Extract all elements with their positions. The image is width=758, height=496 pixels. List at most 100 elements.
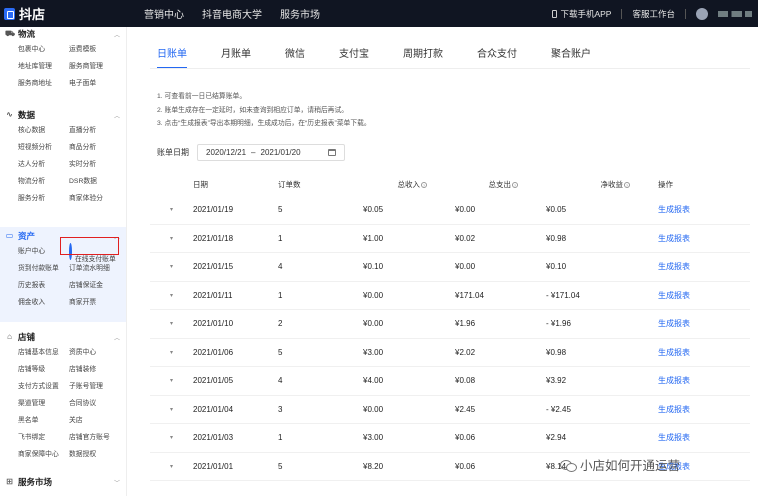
sidebar-item[interactable]: 支付方式设置 <box>18 378 69 395</box>
table-row[interactable]: ▾ 2021/01/06 5 ¥3.00 ¥2.02 ¥0.98 生成报表 <box>150 339 750 367</box>
sidebar-item[interactable]: 资质中心 <box>69 344 129 361</box>
avatar[interactable] <box>696 7 708 20</box>
top-nav-marketing[interactable]: 营销中心 <box>144 6 184 21</box>
sidebar-item[interactable]: 子账号管理 <box>69 378 129 395</box>
table-row[interactable]: ▾ 2021/01/19 5 ¥0.05 ¥0.00 ¥0.05 生成报表 <box>150 196 750 225</box>
sidebar-item[interactable]: 货到付款账单 <box>18 260 69 277</box>
download-app-link[interactable]: 下载手机APP <box>552 8 611 20</box>
expand-arrow-icon[interactable]: ▾ <box>150 406 193 413</box>
chevron-up-icon: ︿ <box>113 335 120 342</box>
generate-report-link[interactable]: 生成报表 <box>658 204 738 215</box>
sidebar-item[interactable]: 电子面单 <box>69 75 129 92</box>
sidebar-item[interactable]: 关店 <box>69 412 129 429</box>
expand-arrow-icon[interactable]: ▾ <box>150 377 193 384</box>
note-line: 1. 可查看前一日已结算账单。 <box>157 93 247 100</box>
table-row[interactable]: ▾ 2021/01/15 4 ¥0.10 ¥0.00 ¥0.10 生成报表 <box>150 253 750 282</box>
sidebar-section-header[interactable]: ⌂ 店铺 ︿ <box>0 330 126 344</box>
sidebar-item[interactable]: 历史报表 <box>18 277 69 294</box>
sidebar-item[interactable]: 飞书绑定 <box>18 429 69 446</box>
top-nav-service-market[interactable]: 服务市场 <box>280 6 320 21</box>
cell-orders: 1 <box>278 233 283 243</box>
tab-wechat[interactable]: 微信 <box>285 45 305 65</box>
tab-hezhong-pay[interactable]: 合众支付 <box>477 45 517 65</box>
table-row[interactable]: ▾ 2021/01/03 1 ¥3.00 ¥0.06 ¥2.94 生成报表 <box>150 424 750 453</box>
app-logo[interactable]: 抖店 <box>0 4 126 23</box>
truck-icon: ⛟ <box>5 29 16 38</box>
tab-alipay[interactable]: 支付宝 <box>339 45 369 65</box>
sidebar-item[interactable]: 店铺基本信息 <box>18 344 69 361</box>
tab-daily-bill[interactable]: 日账单 <box>157 45 187 69</box>
sidebar-item[interactable]: 黑名单 <box>18 412 69 429</box>
sidebar-item[interactable]: 短视频分析 <box>18 139 69 156</box>
sidebar-item[interactable]: 服务商地址 <box>18 75 69 92</box>
header-date: 日期 <box>193 180 208 189</box>
sidebar-item[interactable]: 商家开票 <box>69 294 129 311</box>
sidebar-item[interactable]: 服务商管理 <box>69 58 129 75</box>
sidebar-item[interactable]: 店铺等级 <box>18 361 69 378</box>
sidebar-item[interactable]: 店铺装修 <box>69 361 129 378</box>
sidebar-item[interactable]: 商家保障中心 <box>18 446 69 463</box>
sidebar-item[interactable]: 渠道管理 <box>18 395 69 412</box>
service-desk-link[interactable]: 客服工作台 <box>632 8 675 20</box>
sidebar-item[interactable]: 包裹中心 <box>18 41 69 58</box>
sidebar-item[interactable]: DSR数据 <box>69 173 129 190</box>
help-icon[interactable]: ? <box>421 182 427 188</box>
expand-arrow-icon[interactable]: ▾ <box>150 235 193 242</box>
table-row[interactable]: ▾ 2021/01/18 1 ¥1.00 ¥0.02 ¥0.98 生成报表 <box>150 225 750 253</box>
table-row[interactable]: ▾ 2021/01/04 3 ¥0.00 ¥2.45 - ¥2.45 生成报表 <box>150 396 750 424</box>
cell-expense: ¥2.02 <box>455 347 476 357</box>
user-name-redacted[interactable] <box>718 10 752 17</box>
expand-arrow-icon[interactable]: ▾ <box>150 206 193 213</box>
sidebar-item[interactable]: 商品分析 <box>69 139 129 156</box>
generate-report-link[interactable]: 生成报表 <box>658 290 738 301</box>
sidebar-item[interactable]: 达人分析 <box>18 156 69 173</box>
expand-arrow-icon[interactable]: ▾ <box>150 434 193 441</box>
help-icon[interactable]: ? <box>512 182 518 188</box>
sidebar-item[interactable]: 核心数据 <box>18 122 69 139</box>
cell-date: 2021/01/15 <box>193 262 234 272</box>
cell-date: 2021/01/05 <box>193 376 234 386</box>
generate-report-link[interactable]: 生成报表 <box>658 404 738 415</box>
tab-monthly-bill[interactable]: 月账单 <box>221 45 251 65</box>
main-content: 日账单 月账单 微信 支付宝 周期打款 合众支付 聚合账户 1. 可查看前一日已… <box>127 27 758 496</box>
expand-arrow-icon[interactable]: ▾ <box>150 263 193 270</box>
sidebar-item[interactable]: 实时分析 <box>69 156 129 173</box>
sidebar-item[interactable]: 商家体验分 <box>69 190 129 207</box>
sidebar-item[interactable]: 数据授权 <box>69 446 129 463</box>
help-icon[interactable]: ? <box>624 182 630 188</box>
sidebar-section-header[interactable]: ⛟ 物流 ︿ <box>0 27 126 41</box>
date-end: 2021/01/20 <box>260 148 301 157</box>
tab-periodic-payout[interactable]: 周期打款 <box>403 45 443 65</box>
sidebar-item[interactable]: 店铺保证金 <box>69 277 129 294</box>
generate-report-link[interactable]: 生成报表 <box>658 347 738 358</box>
expand-arrow-icon[interactable]: ▾ <box>150 463 193 470</box>
sidebar-item[interactable]: 合同协议 <box>69 395 129 412</box>
date-separator: – <box>251 148 256 157</box>
sidebar-item[interactable]: 地址库管理 <box>18 58 69 75</box>
cell-net: - ¥1.96 <box>546 319 571 329</box>
expand-arrow-icon[interactable]: ▾ <box>150 349 193 356</box>
sidebar-section-header[interactable]: ⊞ 服务市场 ﹀ <box>0 475 126 489</box>
table-row[interactable]: ▾ 2021/01/11 1 ¥0.00 ¥171.04 - ¥171.04 生成报表 <box>150 282 750 310</box>
generate-report-link[interactable]: 生成报表 <box>658 261 738 272</box>
date-range-picker[interactable]: 2020/12/21 – 2021/01/20 <box>197 144 345 161</box>
generate-report-link[interactable]: 生成报表 <box>658 318 738 329</box>
generate-report-link[interactable]: 生成报表 <box>658 233 738 244</box>
sidebar-item[interactable]: 物流分析 <box>18 173 69 190</box>
sidebar-item[interactable]: 直播分析 <box>69 122 129 139</box>
sidebar-section-header[interactable]: ∿ 数据 ︿ <box>0 108 126 122</box>
top-nav-university[interactable]: 抖音电商大学 <box>202 6 262 21</box>
table-row[interactable]: ▾ 2021/01/05 4 ¥4.00 ¥0.08 ¥3.92 生成报表 <box>150 367 750 396</box>
phone-icon <box>552 9 558 18</box>
expand-arrow-icon[interactable]: ▾ <box>150 292 193 299</box>
table-row[interactable]: ▾ 2021/01/10 2 ¥0.00 ¥1.96 - ¥1.96 生成报表 <box>150 310 750 339</box>
doudian-logo-icon <box>4 7 15 20</box>
sidebar-item[interactable]: 运费模板 <box>69 41 129 58</box>
expand-arrow-icon[interactable]: ▾ <box>150 320 193 327</box>
sidebar-item[interactable]: 店铺官方账号 <box>69 429 129 446</box>
sidebar-item[interactable]: 服务分析 <box>18 190 69 207</box>
generate-report-link[interactable]: 生成报表 <box>658 432 738 443</box>
tab-aggregate-account[interactable]: 聚合账户 <box>551 45 591 65</box>
sidebar-item[interactable]: 佣金收入 <box>18 294 69 311</box>
generate-report-link[interactable]: 生成报表 <box>658 375 738 386</box>
